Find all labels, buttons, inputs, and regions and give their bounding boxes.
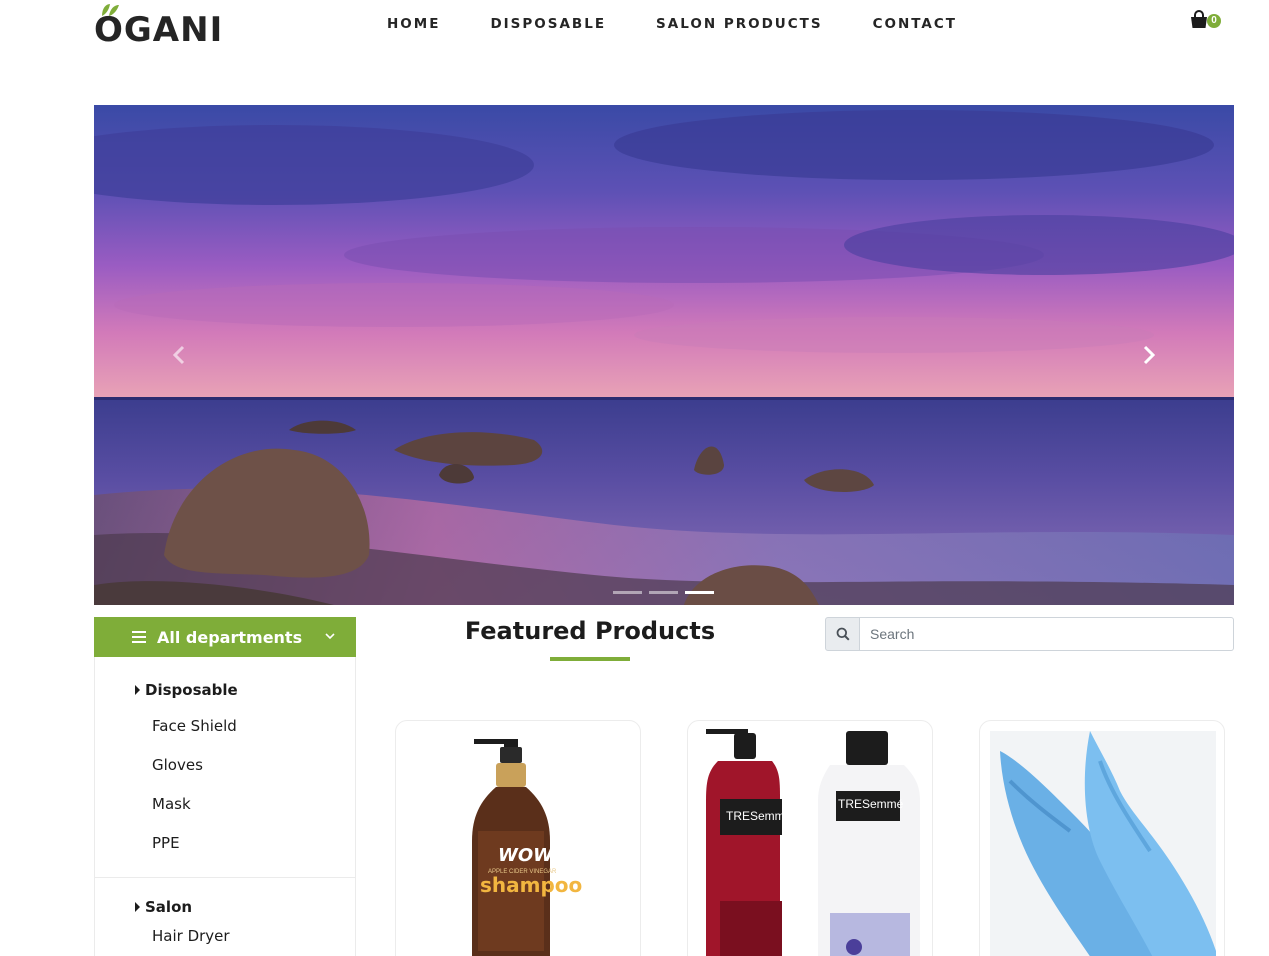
cart-count-badge: 0 [1207,14,1221,28]
department-group-salon: Salon Hair Dryer [95,878,355,956]
hero-carousel [94,105,1234,605]
featured-title: Featured Products [464,617,716,645]
department-disposable[interactable]: Disposable [95,657,355,707]
carousel-next-icon[interactable] [1136,343,1160,367]
departments-list: Disposable Face Shield Gloves Mask PPE S… [94,657,356,956]
department-item-ppe[interactable]: PPE [95,824,355,863]
carousel-indicator-3[interactable] [685,591,714,594]
department-item-mask[interactable]: Mask [95,785,355,824]
nav-disposable[interactable]: DISPOSABLE [465,14,631,34]
search-icon [836,627,850,641]
product-image [990,731,1216,956]
department-label: Salon [145,897,193,916]
department-item-gloves[interactable]: Gloves [95,746,355,785]
product-image [706,729,920,956]
product-name: shampoo [480,873,583,897]
site-header: OGANI HOME DISPOSABLE SALON PRODUCTS CON… [0,0,1269,60]
caret-right-icon [135,901,140,912]
department-item-hair-dryer[interactable]: Hair Dryer [95,917,355,956]
product-brand-left: TRESemmé [726,809,792,823]
chevron-down-icon [325,633,335,640]
search-input[interactable] [860,617,1234,651]
product-brand: WOW [498,845,554,866]
search-button[interactable] [825,617,860,651]
search-bar [825,617,1234,651]
departments-title: All departments [157,627,303,647]
product-card[interactable]: TRESemmé TRESemmé [687,720,933,956]
logo[interactable]: OGANI [94,3,224,50]
main-nav: HOME DISPOSABLE SALON PRODUCTS CONTACT [362,14,982,34]
departments-toggle[interactable]: All departments [94,617,356,657]
featured-section-header: Featured Products [400,615,780,661]
nav-salon-products[interactable]: SALON PRODUCTS [631,14,848,34]
cart-button[interactable]: 0 [1189,10,1223,32]
carousel-indicator-2[interactable] [649,591,678,594]
department-salon[interactable]: Salon [95,878,355,917]
product-brand-right: TRESemmé [838,797,904,811]
shopping-bag-icon [1191,10,1207,28]
carousel-indicators [613,591,714,594]
hero-image [94,105,1234,605]
carousel-prev-icon[interactable] [168,343,192,367]
department-item-face-shield[interactable]: Face Shield [95,707,355,746]
product-card[interactable] [979,720,1225,956]
department-group-disposable: Disposable Face Shield Gloves Mask PPE [95,657,355,878]
product-card[interactable]: WOW APPLE CIDER VINEGAR shampoo [395,720,641,956]
product-image [472,739,550,956]
title-underline [550,657,630,661]
departments-sidebar: All departments Disposable Face Shield G… [94,617,356,956]
nav-contact[interactable]: CONTACT [848,14,982,34]
nav-home[interactable]: HOME [362,14,465,34]
logo-text: OGANI [94,10,224,50]
caret-right-icon [135,685,140,695]
menu-icon [132,631,146,643]
carousel-indicator-1[interactable] [613,591,642,594]
department-label: Disposable [145,681,238,699]
